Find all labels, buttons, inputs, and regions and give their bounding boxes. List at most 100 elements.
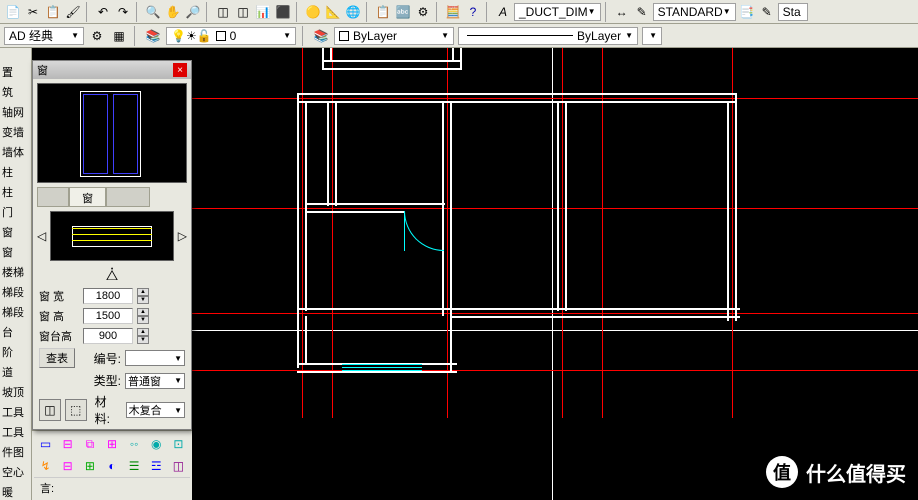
dimstyle-dropdown[interactable]: _DUCT_DIM ▼ [514, 3, 601, 21]
spinner-up[interactable]: ▲ [137, 328, 149, 336]
sidebar-item[interactable]: 楼梯 [0, 260, 31, 280]
workspace-combo[interactable]: AD 经典 ▼ [4, 27, 84, 45]
edit-icon[interactable]: ✎ [633, 3, 651, 21]
sidebar-item[interactable]: 梯段 [0, 300, 31, 320]
zoom-extents-icon[interactable]: 🔎 [184, 3, 202, 21]
sill-input[interactable] [83, 328, 133, 344]
sidebar-item[interactable]: 门 [0, 200, 31, 220]
toolbar-icon[interactable]: 🖌 [64, 3, 82, 21]
sidebar-item[interactable]: 工具 [0, 400, 31, 420]
tool-icon[interactable]: ⊟ [58, 435, 77, 453]
lookup-button[interactable]: 查表 [39, 348, 75, 368]
tool-icon[interactable]: ⊞ [80, 457, 99, 475]
height-input[interactable] [83, 308, 133, 324]
calc-icon[interactable]: 🧮 [444, 3, 462, 21]
toolbar-icon[interactable]: 🌐 [344, 3, 362, 21]
layer-tool-icon[interactable]: 📚 [312, 27, 330, 45]
spinner-down[interactable]: ▼ [137, 336, 149, 344]
help-icon[interactable]: ? [464, 3, 482, 21]
tab-blank2[interactable] [106, 187, 150, 207]
sidebar-item[interactable]: 暖 [0, 480, 31, 500]
window-symbol-preview[interactable] [50, 211, 174, 261]
sidebar-item[interactable]: 工具 [0, 420, 31, 440]
toolbar-icon[interactable]: 🔤 [394, 3, 412, 21]
spinner-down[interactable]: ▼ [137, 316, 149, 324]
sidebar-item[interactable]: 柱 [0, 180, 31, 200]
redo-icon[interactable]: ↷ [114, 3, 132, 21]
undo-icon[interactable]: ↶ [94, 3, 112, 21]
sidebar-item[interactable]: 空心 [0, 460, 31, 480]
toolbar-icon[interactable]: 📋 [44, 3, 62, 21]
toolbar-icon[interactable]: 📋 [374, 3, 392, 21]
sidebar-item[interactable]: 变墙 [0, 120, 31, 140]
sidebar-item[interactable]: 道 [0, 360, 31, 380]
arrow-right-icon[interactable]: ▷ [178, 229, 187, 243]
pan-icon[interactable]: ✋ [164, 3, 182, 21]
toolbar-icon[interactable]: ✂ [24, 3, 42, 21]
settings-icon[interactable]: ⚙ [88, 27, 106, 45]
tool-icon[interactable]: ↯ [36, 457, 55, 475]
sidebar-item[interactable]: 柱 [0, 160, 31, 180]
sidebar-item[interactable]: 窗 [0, 240, 31, 260]
tool-icon[interactable]: ◫ [169, 457, 188, 475]
spinner-up[interactable]: ▲ [137, 288, 149, 296]
sidebar-item[interactable]: 梯段 [0, 280, 31, 300]
sidebar-item[interactable]: 墙体 [0, 140, 31, 160]
arrow-left-icon[interactable]: ◁ [37, 229, 46, 243]
width-input[interactable] [83, 288, 133, 304]
panel-titlebar[interactable]: 窗 × [33, 61, 191, 79]
style3-dropdown[interactable]: Sta [778, 3, 808, 21]
toolbar-icon[interactable]: ⬛ [274, 3, 292, 21]
material-combo[interactable]: 木复合▼ [126, 402, 185, 418]
textstyle-dropdown[interactable]: STANDARD ▼ [653, 3, 736, 21]
zoom-icon[interactable]: 🔍 [144, 3, 162, 21]
tool-icon[interactable]: ⬚ [65, 399, 87, 421]
tool-icon[interactable]: ◐ [102, 457, 121, 475]
number-combo[interactable]: ▼ [125, 350, 185, 366]
tool-icon[interactable]: ⧉ [80, 435, 99, 453]
toolbar-icon[interactable]: ✎ [758, 3, 776, 21]
toolbar-icon[interactable]: 📄 [4, 3, 22, 21]
sidebar-item[interactable]: 窗 [0, 220, 31, 240]
spinner-up[interactable]: ▲ [137, 308, 149, 316]
tool-icon[interactable]: ☲ [147, 457, 166, 475]
bottom-toolbar: ▭ ⊟ ⧉ ⊞ ◦◦ ◉ ⊡ ↯ ⊟ ⊞ ◐ ☰ ☲ ◫ 言: [32, 430, 192, 500]
sidebar-item[interactable]: 阶 [0, 340, 31, 360]
color-combo[interactable]: ByLayer ▼ [334, 27, 454, 45]
sidebar-item[interactable]: 坡顶 [0, 380, 31, 400]
sidebar-item[interactable]: 筑 [0, 80, 31, 100]
sidebar-item[interactable]: 置 [0, 60, 31, 80]
sidebar-item[interactable]: 件图 [0, 440, 31, 460]
dim-icon[interactable]: ↔ [613, 3, 631, 21]
tool-icon[interactable]: ◦◦ [125, 435, 144, 453]
tab-blank[interactable] [37, 187, 69, 207]
tool-icon[interactable]: ◫ [39, 399, 61, 421]
layer-combo[interactable]: 💡 ☀ 🔓 0 ▼ [166, 27, 296, 45]
tool-icon[interactable]: ⊟ [58, 457, 77, 475]
toolbar-icon[interactable]: 🟡 [304, 3, 322, 21]
toolbar-icon[interactable]: ◫ [234, 3, 252, 21]
lineweight-combo[interactable]: ▼ [642, 27, 662, 45]
linetype-combo[interactable]: ByLayer ▼ [458, 27, 638, 45]
sidebar-item[interactable]: 台 [0, 320, 31, 340]
tool-icon[interactable]: ◉ [147, 435, 166, 453]
mirror-icon[interactable]: ⧊ [33, 265, 191, 286]
layers-icon[interactable]: 📚 [144, 27, 162, 45]
settings-icon[interactable]: ⚙ [414, 3, 432, 21]
tab-window[interactable]: 窗 [69, 187, 106, 207]
close-icon[interactable]: × [173, 63, 187, 77]
wall-line [450, 316, 452, 371]
tool-icon[interactable]: ▭ [36, 435, 55, 453]
tool-icon[interactable]: ⊞ [102, 435, 121, 453]
toolbar-icon[interactable]: 📐 [324, 3, 342, 21]
toolbar-icon[interactable]: ▦ [110, 27, 128, 45]
tool-icon[interactable]: ⊡ [169, 435, 188, 453]
spinner-down[interactable]: ▼ [137, 296, 149, 304]
toolbar-icon[interactable]: 📊 [254, 3, 272, 21]
toolbar-icon[interactable]: ◫ [214, 3, 232, 21]
sidebar-item[interactable]: 轴网 [0, 100, 31, 120]
tool-icon[interactable]: ☰ [125, 457, 144, 475]
text-icon[interactable]: A [494, 3, 512, 21]
toolbar-icon[interactable]: 📑 [738, 3, 756, 21]
type-combo[interactable]: 普通窗▼ [125, 373, 185, 389]
